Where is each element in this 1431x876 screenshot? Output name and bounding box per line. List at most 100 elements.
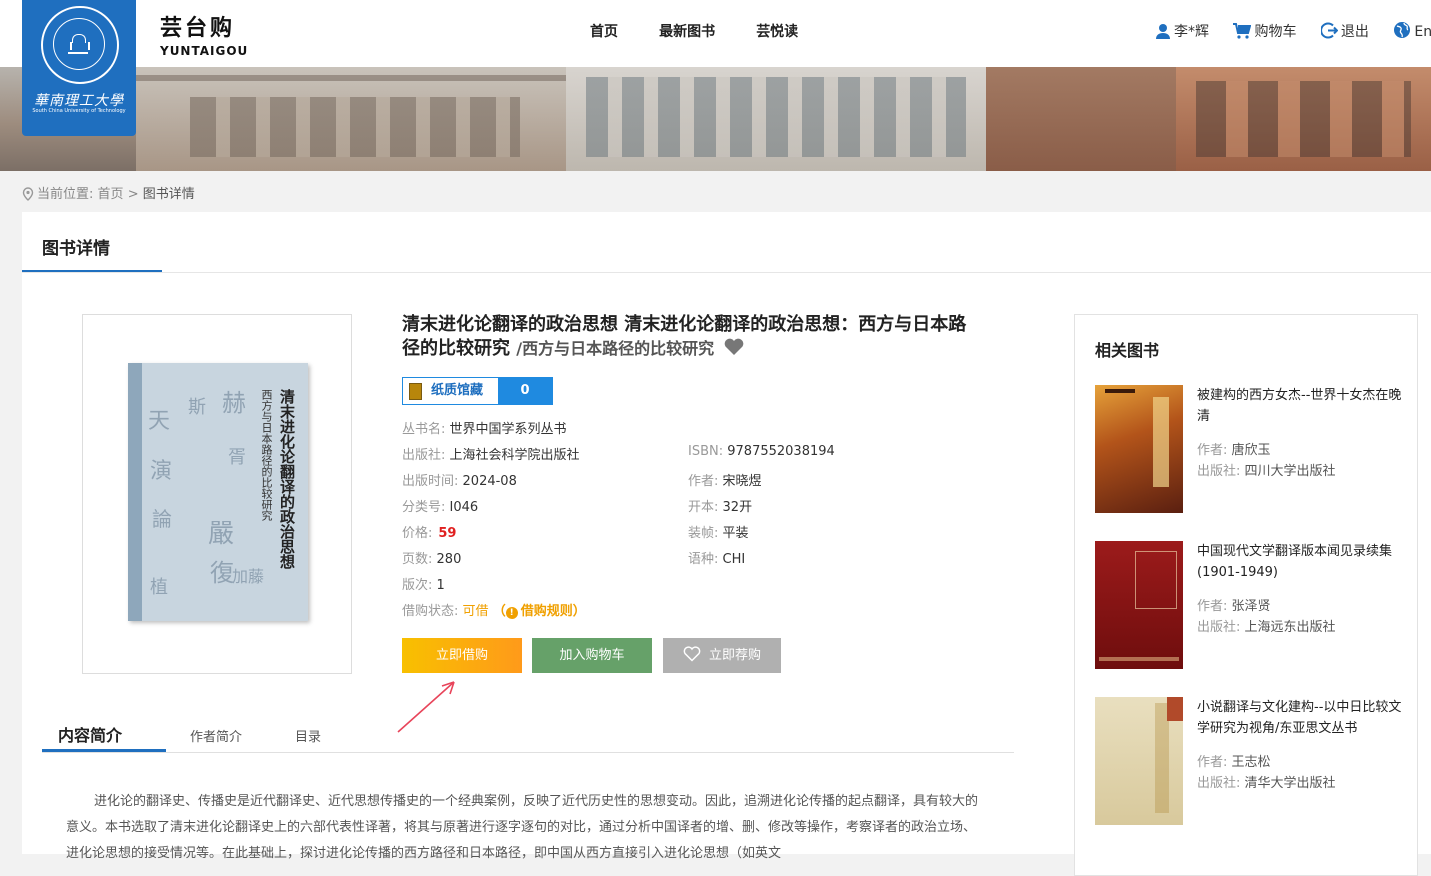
related-book-publisher: 清华大学出版社	[1244, 776, 1336, 791]
main-nav: 首页 最新图书 芸悦读	[590, 21, 834, 41]
borrow-rules-link[interactable]: （! 借购规则）	[493, 604, 586, 619]
edition-value: 1	[436, 578, 445, 593]
tab-contents[interactable]: 目录	[295, 726, 321, 745]
book-icon	[409, 383, 422, 400]
status-value: 可借	[462, 604, 489, 619]
borrow-rules-label: 借购规则	[520, 604, 573, 619]
cover-title: 清末进化论翻译的政治思想	[278, 389, 296, 569]
globe-icon	[1394, 22, 1411, 38]
cart-link[interactable]: 购物车	[1233, 21, 1296, 41]
content-intro-text: 进化论的翻译史、传播史是近代翻译史、近代思想传播史的一个经典案例，反映了近代历史…	[66, 794, 979, 861]
book-subtitle: /西方与日本路径的比较研究	[516, 339, 715, 358]
status-label: 借购状态:	[402, 604, 459, 619]
related-book-cover[interactable]	[1095, 385, 1183, 513]
related-book-item[interactable]: 中国现代文学翻译版本闻见录续集(1901-1949) 作者: 张泽贤 出版社: …	[1095, 541, 1415, 671]
university-logo[interactable]: 華南理工大學 South China University of Technol…	[22, 0, 136, 136]
logo-script-text: 華南理工大學	[34, 93, 124, 109]
book-cover[interactable]: 天 演 論 斯 嚴 復 赫 胥 植 加藤 清末进化论翻译的政治思想 西方与日本路…	[82, 314, 352, 674]
cover-image: 天 演 論 斯 嚴 復 赫 胥 植 加藤 清末进化论翻译的政治思想 西方与日本路…	[128, 363, 308, 621]
add-to-cart-button[interactable]: 加入购物车	[532, 638, 652, 673]
brand-name: 芸台购	[160, 16, 236, 41]
recommend-purchase-button[interactable]: 立即荐购	[663, 638, 781, 673]
breadcrumb-separator: >	[127, 187, 139, 202]
price-label: 价格:	[402, 526, 433, 541]
breadcrumb-home[interactable]: 首页	[98, 187, 124, 202]
panel-title: 图书详情	[42, 239, 110, 259]
heart-outline-icon	[683, 646, 701, 662]
user-link[interactable]: 李*辉	[1155, 21, 1209, 41]
related-book-item[interactable]: 被建构的西方女杰--世界十女杰在晚清 作者: 唐欣玉 出版社: 四川大学出版社	[1095, 385, 1415, 515]
related-books-panel: 相关图书 被建构的西方女杰--世界十女杰在晚清 作者: 唐欣玉 出版社: 四川大…	[1074, 314, 1418, 876]
panel-title-underline	[22, 270, 162, 272]
related-title: 相关图书	[1095, 341, 1160, 360]
tab-author-intro[interactable]: 作者简介	[190, 726, 242, 745]
related-book-name[interactable]: 被建构的西方女杰--世界十女杰在晚清	[1197, 385, 1407, 427]
divider	[22, 272, 1431, 273]
author-label: 作者:	[688, 474, 719, 489]
nav-new-books[interactable]: 最新图书	[659, 21, 715, 41]
holding-count: 0	[498, 378, 552, 404]
related-book-publisher: 四川大学出版社	[1244, 464, 1336, 479]
related-book-name[interactable]: 中国现代文学翻译版本闻见录续集(1901-1949)	[1197, 541, 1407, 583]
series-value: 世界中国学系列丛书	[449, 422, 567, 437]
logo-english-text: South China University of Technology	[32, 108, 126, 114]
borrow-now-button[interactable]: 立即借购	[402, 638, 522, 673]
user-name: 李*辉	[1174, 24, 1209, 40]
class-label: 分类号:	[402, 500, 446, 515]
top-bar: 芸台购 YUNTAIGOU 首页 最新图书 芸悦读 李*辉 购物车 退出 Eng	[0, 0, 1431, 67]
related-book-cover[interactable]	[1095, 541, 1183, 669]
location-pin-icon	[22, 187, 34, 201]
detail-tabs: 内容简介 作者简介 目录	[42, 712, 1014, 753]
related-book-author: 唐欣玉	[1231, 443, 1271, 458]
pages-value: 280	[436, 552, 462, 567]
tab-content-intro[interactable]: 内容简介	[58, 722, 122, 746]
edition-label: 版次:	[402, 578, 433, 593]
related-book-publisher: 上海远东出版社	[1244, 620, 1336, 635]
active-tab-underline	[42, 749, 166, 752]
brand-name-en: YUNTAIGOU	[160, 44, 249, 58]
university-seal	[41, 6, 119, 84]
cart-icon	[1233, 23, 1252, 39]
format-label: 开本:	[688, 500, 719, 515]
brand[interactable]: 芸台购 YUNTAIGOU	[160, 10, 248, 58]
user-icon	[1156, 24, 1170, 39]
user-bar: 李*辉 购物车 退出 Eng	[1155, 21, 1431, 41]
class-value: I046	[449, 500, 479, 515]
author-value: 宋晓煜	[722, 474, 762, 489]
logout-link[interactable]: 退出	[1320, 21, 1369, 41]
language-label: Eng	[1414, 24, 1431, 40]
related-book-item[interactable]: 小说翻译与文化建构--以中日比较文学研究为视角/东亚思文丛书 作者: 王志松 出…	[1095, 697, 1415, 827]
isbn-label: ISBN:	[688, 444, 724, 459]
logout-icon	[1320, 22, 1338, 39]
pages-label: 页数:	[402, 552, 433, 567]
book-title: 清末进化论翻译的政治思想 清末进化论翻译的政治思想：西方与日本路径的比较研究 /…	[402, 313, 982, 361]
info-icon: !	[505, 607, 518, 619]
pubdate-label: 出版时间:	[402, 474, 459, 489]
publisher-value: 上海社会科学院出版社	[449, 448, 580, 463]
favorite-heart-icon[interactable]	[724, 338, 744, 356]
language-label-field: 语种:	[688, 552, 719, 567]
nav-reading[interactable]: 芸悦读	[756, 21, 798, 41]
library-banner	[0, 67, 1431, 171]
language-value: CHI	[722, 552, 746, 567]
pubdate-value: 2024-08	[462, 474, 517, 489]
publisher-label: 出版社:	[402, 448, 446, 463]
related-book-cover[interactable]	[1095, 697, 1183, 825]
cart-label: 购物车	[1254, 24, 1297, 40]
paper-holding-badge: 纸质馆藏 0	[402, 377, 553, 405]
cover-subtitle: 西方与日本路径的比较研究	[260, 389, 273, 521]
price-value: 59	[438, 526, 457, 541]
related-book-name[interactable]: 小说翻译与文化建构--以中日比较文学研究为视角/东亚思文丛书	[1197, 697, 1407, 739]
related-book-author: 王志松	[1231, 755, 1271, 770]
book-detail-panel: 图书详情 天 演 論 斯 嚴 復 赫 胥 植 加藤 清末进化论翻译的政治思想 西…	[22, 212, 1431, 876]
breadcrumb-current: 图书详情	[142, 187, 195, 202]
breadcrumb: 当前位置: 首页 > 图书详情	[22, 183, 195, 202]
binding-value: 平装	[722, 526, 749, 541]
nav-home[interactable]: 首页	[590, 21, 618, 41]
series-label: 丛书名:	[402, 422, 446, 437]
holding-label: 纸质馆藏	[431, 383, 484, 398]
language-switch[interactable]: Eng	[1393, 21, 1431, 40]
breadcrumb-prefix: 当前位置:	[37, 187, 94, 202]
logout-label: 退出	[1340, 24, 1369, 40]
format-value: 32开	[722, 500, 753, 515]
